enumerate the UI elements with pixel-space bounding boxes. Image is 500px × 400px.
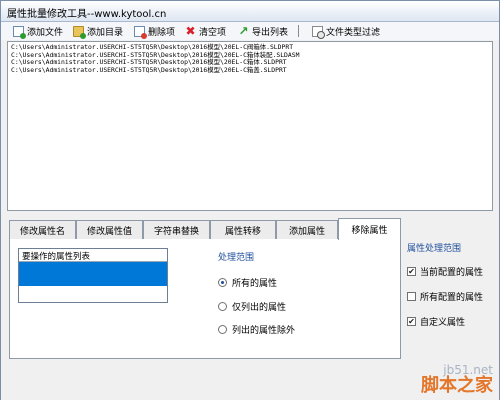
add-file-label: 添加文件 [27,27,64,38]
radio-label: 列出的属性除外 [232,326,296,336]
selected-row[interactable] [19,262,167,286]
toolbar: 添加文件 添加目录 删除项 ✖ 清空项 ↗ 导出列表 文件类型过滤 [1,22,499,40]
checkbox[interactable] [407,292,416,301]
tab-rename-property[interactable]: 修改属性名 [9,220,76,239]
radio-listed-only[interactable]: 仅列出的属性 [218,300,286,313]
add-folder-button[interactable]: 添加目录 [73,24,124,39]
filter-icon [312,25,325,39]
checkbox-label: 当前配置的属性 [420,268,484,278]
check-custom-properties[interactable]: ✔ 自定义属性 [407,315,465,328]
radio-label: 仅列出的属性 [232,303,287,313]
tab-property-transfer[interactable]: 属性转移 [210,220,276,239]
range-label: 处理范围 [218,253,255,263]
list-item[interactable]: C:\Users\Administrator.USERCHI-ST5TQ5R\D… [11,66,489,75]
checkbox-label: 自定义属性 [420,318,466,328]
tab-strip: 修改属性名 修改属性值 字符串替换 属性转移 添加属性 移除属性 [9,218,401,240]
filter-label: 文件类型过滤 [326,27,381,38]
file-list[interactable]: C:\Users\Administrator.USERCHI-ST5TQ5R\D… [7,41,493,211]
toolbar-separator [298,25,299,37]
file-type-filter-button[interactable]: 文件类型过滤 [312,24,381,39]
checkbox[interactable]: ✔ [407,267,416,276]
delete-icon [134,25,147,39]
watermark-name: 脚本之家 [421,375,493,396]
clear-items-button[interactable]: ✖ 清空项 [185,24,226,38]
window-title: 属性批量修改工具--www.kytool.cn [1,1,499,22]
remove-property-panel: 要操作的属性列表 处理范围 所有的属性 仅列出的属性 列出的属性除外 [9,239,401,359]
radio-all-properties[interactable]: 所有的属性 [218,276,277,289]
app-window: 属性批量修改工具--www.kytool.cn 添加文件 添加目录 删除项 ✖ … [0,0,500,400]
add-folder-label: 添加目录 [87,27,124,38]
radio-button[interactable] [218,278,227,287]
property-list-header: 要操作的属性列表 [19,249,167,262]
radio-button[interactable] [218,325,227,334]
radio-label: 所有的属性 [232,279,278,289]
export-icon: ↗ [238,23,249,38]
watermark: jb51.net 脚本之家 [421,363,493,395]
tab-string-replace[interactable]: 字符串替换 [143,220,210,239]
delete-item-button[interactable]: 删除项 [134,24,176,39]
add-file-button[interactable]: 添加文件 [13,24,64,39]
export-list-button[interactable]: ↗ 导出列表 [238,24,288,38]
check-all-configs[interactable]: 所有配置的属性 [407,290,483,303]
tab-add-property[interactable]: 添加属性 [276,220,338,239]
property-list[interactable]: 要操作的属性列表 [18,248,168,303]
export-label: 导出列表 [252,27,289,38]
check-current-config[interactable]: ✔ 当前配置的属性 [407,265,483,278]
checkbox-label: 所有配置的属性 [420,293,484,303]
radio-button[interactable] [218,302,227,311]
clear-label: 清空项 [199,27,227,38]
radio-except-listed[interactable]: 列出的属性除外 [218,323,295,336]
tab-remove-property[interactable]: 移除属性 [338,218,401,240]
checkbox[interactable]: ✔ [407,317,416,326]
clear-icon: ✖ [185,23,196,38]
tab-modify-value[interactable]: 修改属性值 [76,220,143,239]
delete-label: 删除项 [148,27,176,38]
add-folder-icon [73,25,86,39]
add-file-icon [13,25,26,39]
property-range-title: 属性处理范围 [407,244,462,254]
